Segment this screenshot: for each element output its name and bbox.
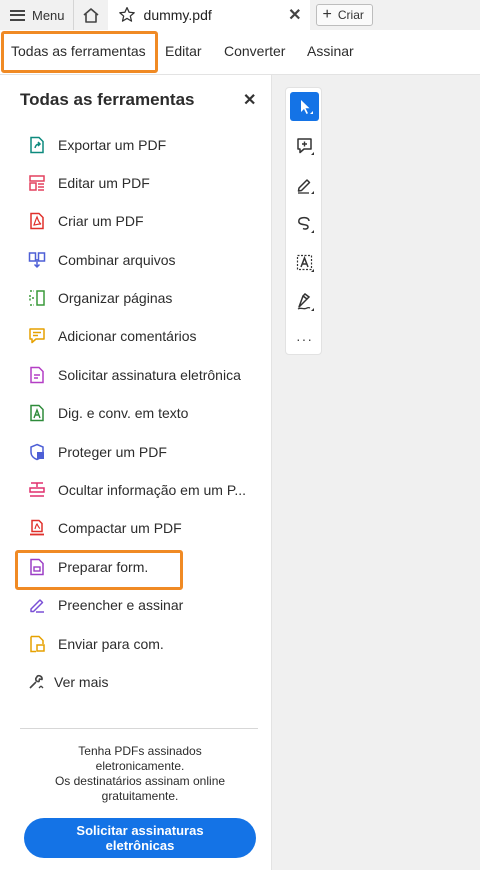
home-button[interactable] [74,0,108,30]
tool-compress-pdf[interactable]: Compactar um PDF [27,517,182,539]
cta-line: Solicitar assinaturas [76,823,204,838]
protect-pdf-icon [27,442,47,462]
more-options-icon[interactable]: ··· [290,324,319,353]
home-icon [83,7,99,23]
select-cursor-icon[interactable] [290,92,319,121]
tool-redact[interactable]: Ocultar informação em um P... [27,479,246,501]
promo-line: eletronicamente. [95,759,185,773]
promo-line: Os destinatários assinam online [54,774,226,788]
highlight-pen-icon[interactable] [290,170,319,199]
menu-label: Menu [32,7,65,23]
promo-text: Tenha PDFs assinados eletronicamente. Os… [20,744,260,804]
tool-send-for-comments[interactable]: Enviar para com. [27,633,164,655]
tool-scan-ocr[interactable]: Dig. e conv. em texto [27,402,188,424]
tool-create-pdf[interactable]: Criar um PDF [27,210,144,232]
star-icon[interactable] [118,6,136,24]
tool-organize-pages[interactable]: Organizar páginas [27,287,172,309]
tool-label: Exportar um PDF [58,137,167,153]
tool-label: Enviar para com. [58,636,164,652]
tool-edit-pdf[interactable]: Editar um PDF [27,172,150,194]
tool-label: Preencher e assinar [58,597,184,613]
sign-icon[interactable] [290,287,319,316]
tool-combine-files[interactable]: Combinar arquivos [27,249,176,271]
tool-label: Compactar um PDF [58,520,182,536]
create-button[interactable]: + Criar [315,4,373,26]
document-tab[interactable]: dummy.pdf ✕ [107,0,310,30]
wrench-icon [26,672,46,692]
plus-icon: + [322,6,332,23]
cta-line: eletrônicas [105,838,175,853]
divider [20,728,258,729]
close-panel-icon[interactable]: ✕ [243,90,256,110]
panel-title: Todas as ferramentas [20,90,195,109]
add-comment-icon[interactable] [290,131,319,160]
tab-bar: Menu dummy.pdf ✕ + Criar [0,0,480,30]
highlight-box-menu [1,31,158,73]
tool-add-comments[interactable]: Adicionar comentários [27,325,197,347]
scan-ocr-icon [27,403,47,423]
combine-files-icon [27,250,47,270]
tool-protect-pdf[interactable]: Proteger um PDF [27,441,167,463]
tool-label: Criar um PDF [58,213,144,229]
all-tools-panel: Todas as ferramentas ✕ Exportar um PDF E… [0,75,272,870]
export-pdf-icon [27,135,47,155]
text-select-icon[interactable] [290,248,319,277]
close-tab-icon[interactable]: ✕ [288,5,301,25]
tool-label: Editar um PDF [58,175,150,191]
freehand-draw-icon[interactable] [290,209,319,238]
hamburger-icon [10,9,25,21]
tool-see-more[interactable]: Ver mais [26,671,108,693]
request-signature-icon [27,365,47,385]
add-comment-icon [27,326,47,346]
tool-label: Ver mais [54,674,109,690]
menu-edit[interactable]: Editar [165,43,202,59]
tool-label: Proteger um PDF [58,444,167,460]
quick-tools-toolbar: ··· [285,87,322,355]
fill-sign-icon [27,595,47,615]
organize-pages-icon [27,288,47,308]
create-label: Criar [337,8,364,22]
highlight-box-prepare-form [15,550,183,590]
tool-label: Ocultar informação em um P... [58,482,247,498]
send-for-comments-icon [27,634,47,654]
request-signatures-button[interactable]: Solicitar assinaturas eletrônicas [24,818,256,858]
promo-line: gratuitamente. [101,789,179,803]
tool-export-pdf[interactable]: Exportar um PDF [27,134,166,156]
compress-pdf-icon [27,518,47,538]
menu-button[interactable]: Menu [0,0,73,30]
tool-label: Organizar páginas [58,290,173,306]
document-title: dummy.pdf [143,7,212,23]
promo-line: Tenha PDFs assinados [78,744,202,758]
tool-request-signature[interactable]: Solicitar assinatura eletrônica [27,364,241,386]
menu-sign[interactable]: Assinar [307,43,354,59]
tool-fill-sign[interactable]: Preencher e assinar [27,594,183,616]
redact-icon [27,480,47,500]
edit-pdf-icon [27,173,47,193]
tool-label: Dig. e conv. em texto [58,405,189,421]
create-pdf-icon [27,211,47,231]
tool-label: Adicionar comentários [58,328,197,344]
tool-label: Combinar arquivos [58,252,176,268]
tool-label: Solicitar assinatura eletrônica [58,367,241,383]
menu-convert[interactable]: Converter [224,43,285,59]
